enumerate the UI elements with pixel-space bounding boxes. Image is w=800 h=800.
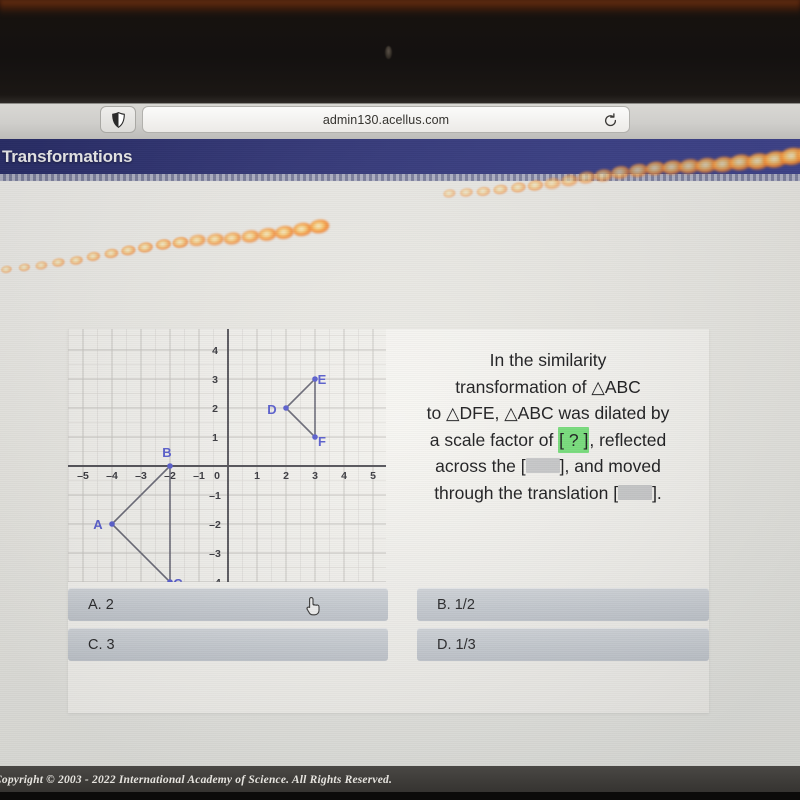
glare-blob [526,179,544,193]
question-line-5-post: ], and moved [559,456,661,477]
glare-blob [240,229,260,244]
question-line-4-post: , reflected [589,429,667,450]
shield-privacy-icon[interactable] [100,106,136,133]
app-header: Transformations [0,139,800,181]
svg-text:E: E [318,372,327,387]
question-line-2: transformation of △ABC [455,376,641,397]
svg-text:B: B [162,445,171,460]
glare-blob [52,257,66,269]
svg-text:–3: –3 [135,470,147,482]
glare-blob [223,230,243,246]
question-line-5-pre: across the [ [435,456,526,477]
glare-blob [291,221,313,238]
svg-text:A: A [93,517,103,532]
svg-text:3: 3 [212,374,218,386]
page-title: Transformations [2,147,133,166]
blank-reflection-line[interactable] [525,458,560,474]
glare-blob [0,264,13,274]
glare-blob [476,185,492,197]
svg-text:F: F [318,434,326,449]
svg-text:1: 1 [212,432,218,444]
svg-text:3: 3 [312,470,318,482]
glare-blob [459,187,474,198]
header-dot-strip [0,174,800,181]
glare-blob [137,241,154,254]
question-line-4-pre: a scale factor of [429,429,559,450]
webcam-icon [385,46,392,59]
copyright-text: Copyright © 2003 - 2022 International Ac… [0,774,393,786]
question-line-1: In the similarity [489,350,607,370]
svg-text:–2: –2 [209,519,221,531]
svg-text:C: C [173,576,183,582]
url-text: admin130.acellus.com [322,112,450,127]
glare-blob [154,238,172,252]
answer-option-a[interactable]: A. 2 [68,588,388,621]
svg-text:1: 1 [254,470,260,482]
coordinate-graph: –5–4–3–2–10123454321–1–2–3–4ABCDEF [68,329,386,582]
svg-text:–3: –3 [209,548,221,560]
question-line-6-pre: through the translation [ [434,482,619,503]
address-bar[interactable]: admin130.acellus.com [142,106,630,133]
svg-text:–1: –1 [193,470,205,482]
page-body: Transformations –5 –4 –3 –2 –1 0 1 2 3 4 5 4 3 2 1 –1 –2… [0,139,800,766]
answer-option-d[interactable]: D. 1/3 [417,628,709,661]
glare-blob [493,183,509,196]
screenshot-root: admin130.acellus.com Transformations –5 –… [0,0,800,800]
glare-blob [308,218,331,235]
glare-blob [35,260,49,271]
glare-blob [18,262,31,273]
glare-blob [510,181,527,194]
blank-translation[interactable] [618,484,653,500]
answer-option-c[interactable]: C. 3 [68,628,388,661]
glare-blob [274,224,296,240]
question-line-6-post: ]. [652,482,662,503]
glare-blob [69,254,84,266]
coordinate-plane: –5–4–3–2–10123454321–1–2–3–4ABCDEF [68,329,386,582]
svg-text:–4: –4 [209,577,221,582]
glare-blob [120,244,137,257]
bottom-bezel [0,792,800,800]
laptop-bezel [0,0,800,103]
question-line-3: to △DFE, △ABC was dilated by [426,403,670,424]
svg-text:–4: –4 [106,470,118,482]
svg-text:0: 0 [214,470,220,482]
glare-blob [257,226,278,243]
glare-blob [206,232,225,247]
svg-text:4: 4 [341,470,347,482]
answer-option-b[interactable]: B. 1/2 [417,588,709,621]
svg-text:–1: –1 [209,490,221,502]
svg-text:–5: –5 [77,470,89,482]
reload-icon[interactable] [602,112,619,129]
glare-blob [442,188,457,199]
glare-blob [86,251,102,263]
svg-text:D: D [267,402,276,417]
svg-text:5: 5 [370,470,376,482]
blank-scale-factor[interactable]: [ ? ] [558,426,590,454]
glare-blob [171,236,190,250]
glare-blob [103,247,119,260]
glare-blob [188,234,207,248]
question-text: In the similarity transformation of △ABC… [388,347,708,507]
svg-text:4: 4 [212,345,218,357]
svg-text:2: 2 [212,403,218,415]
svg-text:2: 2 [283,470,289,482]
